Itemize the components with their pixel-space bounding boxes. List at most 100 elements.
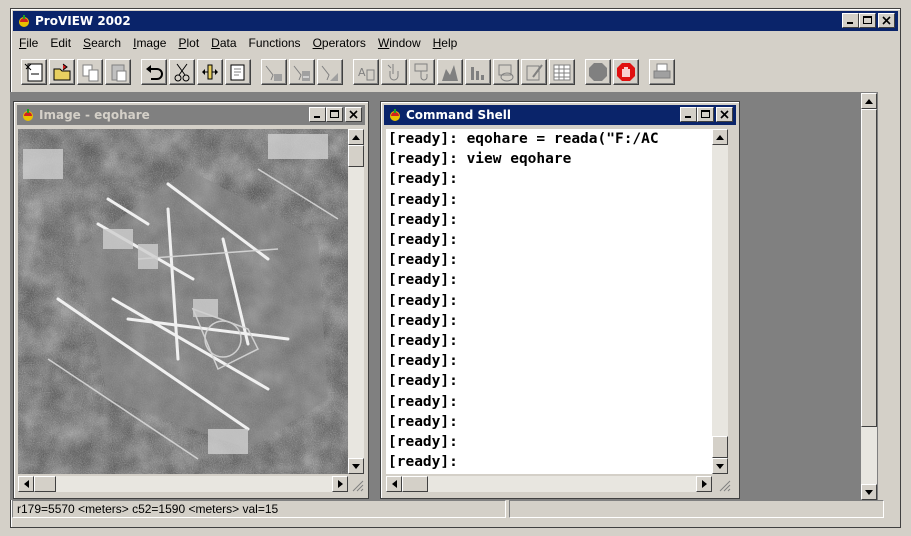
histogram-button[interactable] bbox=[437, 59, 463, 85]
scroll-thumb[interactable] bbox=[348, 145, 364, 167]
text-button[interactable]: A bbox=[353, 59, 379, 85]
resize-grip-icon[interactable] bbox=[352, 480, 364, 492]
cut-button[interactable] bbox=[169, 59, 195, 85]
shell-maximize-button[interactable] bbox=[697, 107, 714, 122]
open-button[interactable] bbox=[49, 59, 75, 85]
app-logo-icon bbox=[23, 109, 33, 121]
shell-line: [ready]: eqohare = reada("F:/AC bbox=[388, 131, 659, 147]
minimize-icon bbox=[847, 22, 853, 24]
shell-vertical-scrollbar[interactable] bbox=[712, 129, 728, 474]
shell-line: [ready]: bbox=[388, 393, 458, 410]
scroll-left-button[interactable] bbox=[18, 476, 34, 492]
arrow-up-icon bbox=[352, 134, 360, 140]
hand-pick-icon bbox=[387, 64, 399, 81]
shell-window-title: Command Shell bbox=[406, 108, 512, 122]
image-close-button[interactable] bbox=[345, 107, 362, 122]
scroll-right-button[interactable] bbox=[332, 476, 348, 492]
shell-line: [ready]: bbox=[388, 171, 458, 188]
shell-output[interactable]: [ready]: eqohare = reada("F:/AC [ready]: … bbox=[386, 129, 712, 474]
filter-a-button[interactable] bbox=[261, 59, 287, 85]
image-window-title: Image - eqohare bbox=[39, 108, 150, 122]
scroll-thumb[interactable] bbox=[34, 476, 56, 492]
copy-button[interactable] bbox=[77, 59, 103, 85]
app-minimize-button[interactable] bbox=[842, 13, 859, 28]
new-image-button[interactable] bbox=[21, 59, 47, 85]
scroll-right-button[interactable] bbox=[696, 476, 712, 492]
resize-grip-icon[interactable] bbox=[719, 480, 731, 492]
bar-chart-icon bbox=[471, 67, 484, 80]
scroll-down-button[interactable] bbox=[861, 484, 877, 500]
aerial-image-canvas[interactable] bbox=[18, 129, 348, 474]
text-icon: A bbox=[358, 66, 375, 81]
image-window-title-bar[interactable]: Image - eqohare bbox=[17, 105, 365, 125]
shell-line: [ready]: bbox=[388, 272, 458, 289]
scroll-up-button[interactable] bbox=[861, 93, 877, 109]
image-horizontal-scrollbar[interactable] bbox=[18, 476, 348, 492]
undo-button[interactable] bbox=[141, 59, 167, 85]
cut-icon bbox=[174, 63, 190, 82]
copy-icon bbox=[82, 64, 99, 82]
shell-line: [ready]: bbox=[388, 413, 458, 430]
menu-help[interactable]: Help bbox=[427, 36, 464, 50]
menu-search[interactable]: Search bbox=[77, 36, 127, 50]
scroll-up-button[interactable] bbox=[712, 129, 728, 145]
menu-data[interactable]: Data bbox=[205, 36, 242, 50]
shell-horizontal-scrollbar[interactable] bbox=[386, 476, 712, 492]
edit-button[interactable] bbox=[521, 59, 547, 85]
app-title-bar[interactable]: ProVIEW 2002 bbox=[13, 11, 898, 31]
print-button[interactable] bbox=[649, 59, 675, 85]
menu-plot[interactable]: Plot bbox=[172, 36, 205, 50]
stop-button[interactable] bbox=[585, 59, 611, 85]
app-title: ProVIEW 2002 bbox=[35, 14, 131, 28]
properties-button[interactable] bbox=[225, 59, 251, 85]
bar-chart-button[interactable] bbox=[465, 59, 491, 85]
toolbar: A bbox=[21, 57, 677, 87]
app-maximize-button[interactable] bbox=[859, 13, 876, 28]
scroll-thumb[interactable] bbox=[402, 476, 428, 492]
flip-button[interactable] bbox=[197, 59, 223, 85]
arrow-down-icon bbox=[865, 489, 873, 495]
shell-window-title-bar[interactable]: Command Shell bbox=[384, 105, 736, 125]
filter-c-button[interactable] bbox=[317, 59, 343, 85]
menu-edit[interactable]: Edit bbox=[44, 36, 77, 50]
open-icon bbox=[53, 63, 71, 81]
image-vertical-scrollbar[interactable] bbox=[348, 129, 364, 474]
undo-icon bbox=[146, 65, 163, 80]
shell-line: [ready]: bbox=[388, 232, 458, 249]
shell-line: [ready]: bbox=[388, 373, 458, 390]
filter-a-icon bbox=[265, 65, 282, 81]
scroll-thumb[interactable] bbox=[861, 109, 877, 427]
hand-pick-button[interactable] bbox=[381, 59, 407, 85]
shell-close-button[interactable] bbox=[716, 107, 733, 122]
histogram-icon bbox=[442, 65, 458, 81]
shell-minimize-button[interactable] bbox=[680, 107, 697, 122]
image-maximize-button[interactable] bbox=[326, 107, 343, 122]
scroll-up-button[interactable] bbox=[348, 129, 364, 145]
maximize-icon bbox=[701, 110, 710, 118]
menu-window[interactable]: Window bbox=[372, 36, 427, 50]
status-bar: r179=5570 <meters> c52=1590 <meters> val… bbox=[12, 500, 884, 520]
table-button[interactable] bbox=[549, 59, 575, 85]
palette-button[interactable] bbox=[493, 59, 519, 85]
mdi-vertical-scrollbar[interactable] bbox=[861, 93, 877, 500]
menu-operators[interactable]: Operators bbox=[307, 36, 372, 50]
shell-line: [ready]: view eqohare bbox=[388, 151, 572, 168]
filter-b-button[interactable] bbox=[289, 59, 315, 85]
hand-move-button[interactable] bbox=[409, 59, 435, 85]
halt-hand-icon bbox=[617, 63, 635, 81]
scroll-thumb[interactable] bbox=[712, 436, 728, 458]
properties-icon bbox=[230, 64, 245, 81]
halt-hand-button[interactable] bbox=[613, 59, 639, 85]
paste-button[interactable] bbox=[105, 59, 131, 85]
scroll-left-button[interactable] bbox=[386, 476, 402, 492]
image-minimize-button[interactable] bbox=[309, 107, 326, 122]
shell-line: [ready]: _ bbox=[388, 472, 712, 474]
menu-file[interactable]: File bbox=[13, 36, 44, 50]
app-close-button[interactable] bbox=[878, 13, 895, 28]
filter-b-icon bbox=[293, 65, 310, 81]
scroll-down-button[interactable] bbox=[712, 458, 728, 474]
scroll-down-button[interactable] bbox=[348, 458, 364, 474]
menu-image[interactable]: Image bbox=[127, 36, 172, 50]
print-icon bbox=[653, 63, 671, 79]
menu-functions[interactable]: Functions bbox=[243, 36, 307, 50]
